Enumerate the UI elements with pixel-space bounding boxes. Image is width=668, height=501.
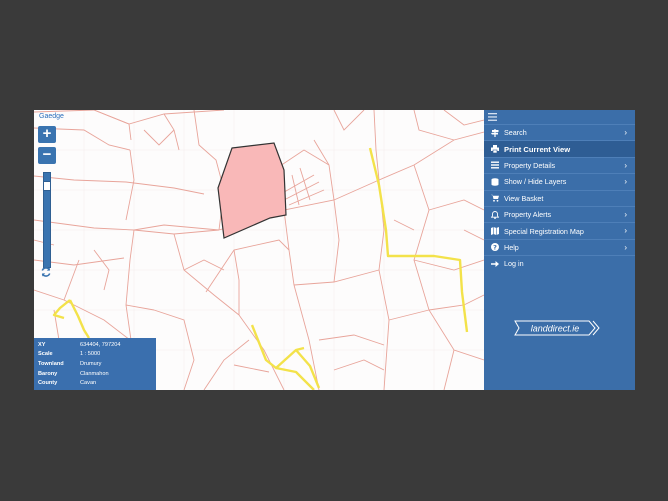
refresh-icon[interactable]	[40, 266, 52, 278]
sidebar: Search › Print Current View Property Det…	[484, 110, 635, 390]
menu-item-label: Special Registration Map	[504, 226, 584, 236]
menu-item-label: Log in	[504, 259, 524, 269]
signpost-icon	[489, 128, 500, 137]
info-row-barony: Barony Clanmahon	[38, 370, 109, 377]
chevron-right-icon: ›	[624, 226, 627, 236]
info-row-county: County Cavan	[38, 380, 97, 387]
menu-item-show-hide-layers[interactable]: Show / Hide Layers ›	[484, 173, 635, 189]
layers-icon	[489, 178, 500, 186]
map-view[interactable]: Gaedge + − XY 634404, 797204 Scale 1 : 5…	[34, 110, 484, 390]
zoom-in-button[interactable]: +	[38, 126, 56, 143]
info-row-townland: Townland Drumury	[38, 360, 102, 367]
sidebar-toggle[interactable]	[484, 110, 635, 124]
help-icon: ?	[489, 243, 500, 252]
bell-icon	[489, 210, 500, 219]
location-info-panel: XY 634404, 797204 Scale 1 : 5000 Townlan…	[34, 338, 156, 390]
chevron-right-icon: ›	[624, 209, 627, 219]
language-link[interactable]: Gaedge	[39, 113, 64, 120]
svg-text:?: ?	[493, 244, 497, 252]
menu-item-label: Property Details	[504, 160, 556, 170]
map-icon	[489, 227, 500, 236]
menu-item-help[interactable]: ? Help ›	[484, 238, 635, 255]
zoom-slider-thumb[interactable]	[43, 181, 51, 191]
selected-parcel[interactable]	[217, 142, 287, 239]
zoom-out-button[interactable]: −	[38, 147, 56, 164]
list-icon	[489, 161, 500, 169]
svg-text:landdirect.ie: landdirect.ie	[531, 324, 580, 334]
chevron-right-icon: ›	[624, 128, 627, 137]
menu-item-label: Search	[504, 128, 527, 138]
menu-item-search[interactable]: Search ›	[484, 124, 635, 140]
menu-item-label: View Basket	[504, 193, 544, 203]
menu-item-label: Show / Hide Layers	[504, 177, 567, 187]
menu-item-label: Property Alerts	[504, 210, 552, 220]
chevron-right-icon: ›	[624, 160, 627, 170]
landdirect-logo: landdirect.ie	[513, 320, 603, 336]
app-window: Gaedge + − XY 634404, 797204 Scale 1 : 5…	[34, 110, 635, 390]
menu-item-label: Print Current View	[504, 144, 571, 154]
zoom-slider[interactable]	[43, 172, 51, 268]
chevron-right-icon: ›	[624, 177, 627, 187]
menu-item-log-in[interactable]: Log in	[484, 255, 635, 271]
menu-item-view-basket[interactable]: View Basket	[484, 189, 635, 206]
menu-item-special-registration-map[interactable]: Special Registration Map ›	[484, 222, 635, 238]
cart-icon	[489, 194, 500, 202]
login-icon	[489, 260, 500, 268]
info-row-scale: Scale 1 : 5000	[38, 351, 101, 358]
info-row-xy: XY 634404, 797204	[38, 341, 121, 348]
print-icon	[489, 145, 500, 154]
menu-item-label: Help	[504, 242, 519, 252]
menu-item-property-alerts[interactable]: Property Alerts ›	[484, 205, 635, 222]
menu-item-print-current-view[interactable]: Print Current View	[484, 140, 635, 157]
chevron-right-icon: ›	[624, 242, 627, 252]
menu-item-property-details[interactable]: Property Details ›	[484, 156, 635, 173]
